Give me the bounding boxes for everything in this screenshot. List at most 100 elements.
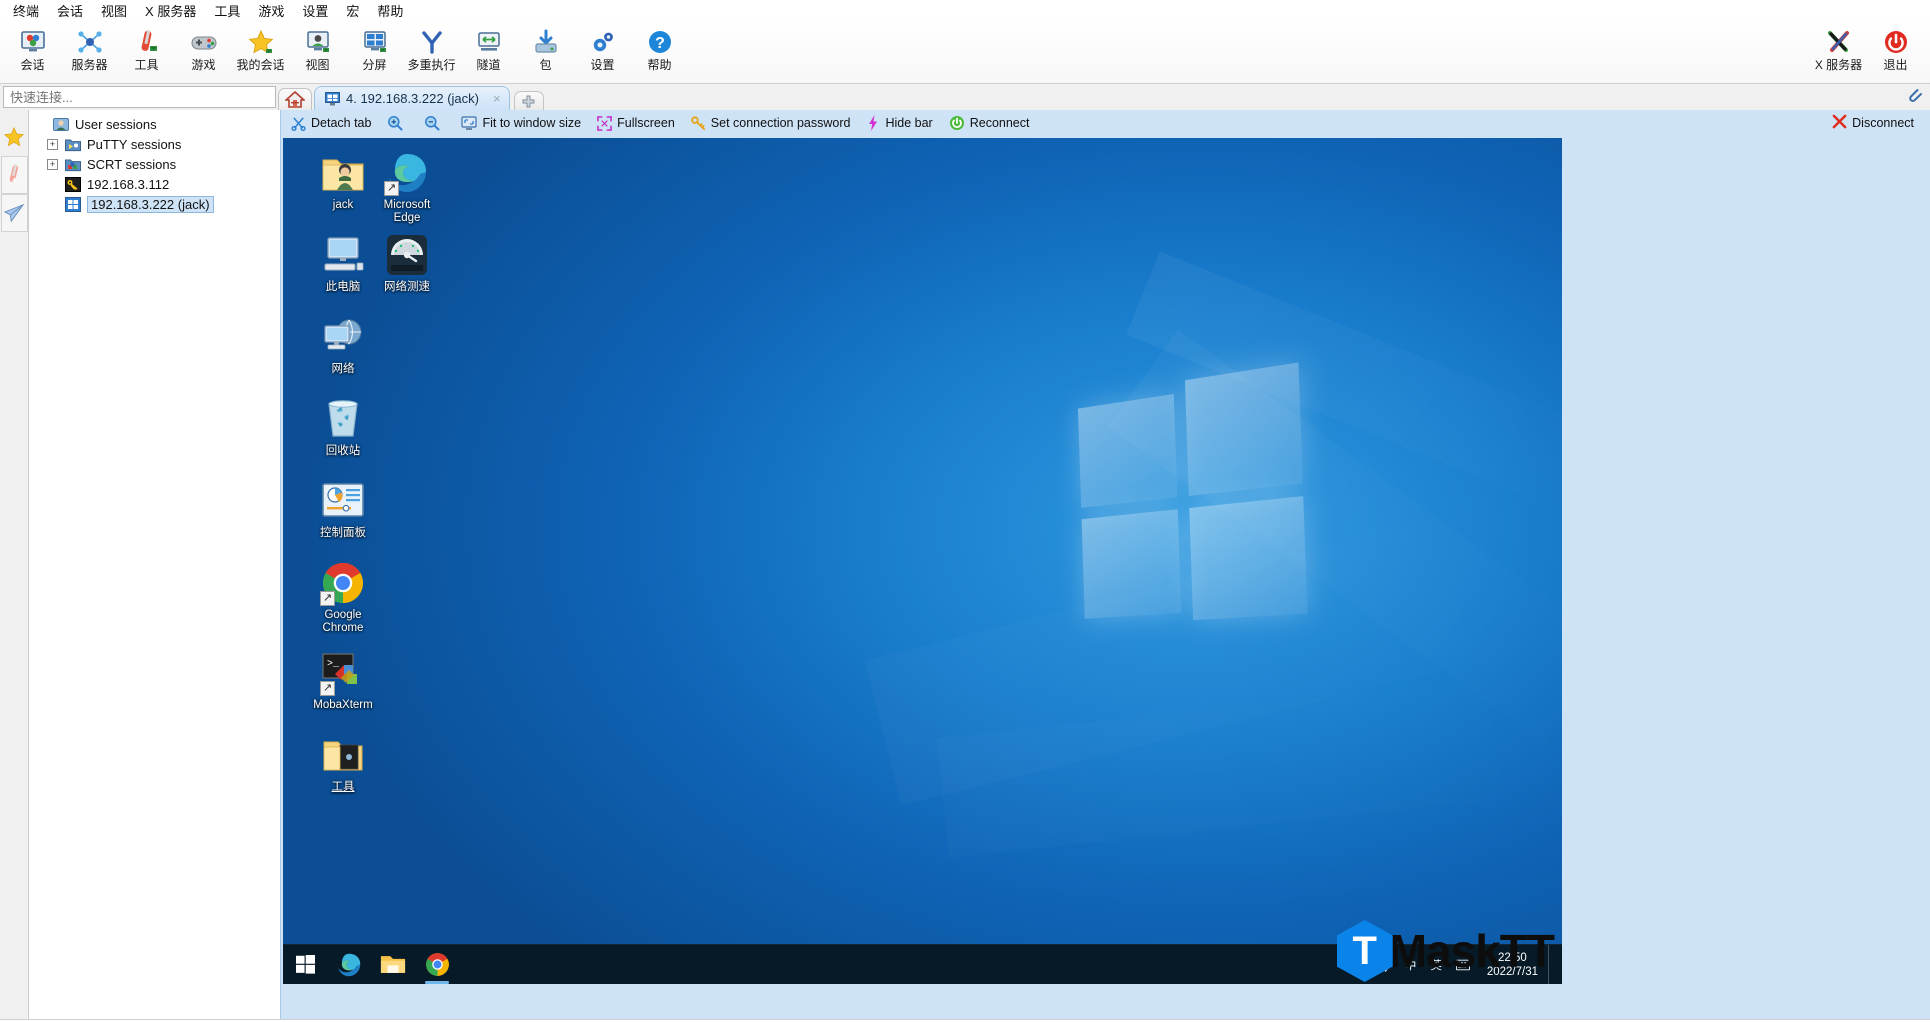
toolbar-label-multiexec: 多重执行 [407,58,456,72]
toolbar-button-split[interactable]: 分屏 [346,22,403,82]
tray-usb-icon[interactable] [1372,945,1398,985]
taskbar-chrome-icon[interactable] [415,945,459,985]
toolbar-button-tunneling[interactable]: 隧道 [460,22,517,82]
pc-icon [320,232,366,278]
toolbar-button-xserver[interactable]: X 服务器 [1810,22,1867,82]
toolbar-button-sessions[interactable]: 会话 [4,22,61,82]
toolbar-button-exit[interactable]: 退出 [1867,22,1924,82]
desktop-icon-mobaxterm[interactable]: >_ ↗ MobaXterm [305,650,381,712]
favorites-star-icon [3,126,25,147]
toolbar-button-games[interactable]: 游戏 [175,22,232,82]
tree-row-scrt-sessions[interactable]: + SCRT sessions [29,154,280,174]
toolbar-button-help[interactable]: ? 帮助 [631,22,688,82]
toolbar-label-xserver: X 服务器 [1814,58,1863,72]
desktop-label-jack: jack [332,199,354,211]
rdp-fullscreen-button[interactable]: Fullscreen [597,115,675,131]
desktop-label-network: 网络 [331,363,355,375]
remote-desktop-surface[interactable]: jack ↗ Microsoft Edge 此电脑 网络测速 网络 回收站 控制… [283,138,1562,984]
tree-label-putty-sessions: PuTTY sessions [87,136,182,152]
desktop-ray [936,667,1562,858]
desktop-icon-recycle-bin[interactable]: 回收站 [305,396,381,458]
clipboard-attach-icon[interactable] [1905,85,1923,108]
toolbar-label-my-sessions: 我的会话 [236,58,285,72]
rdp-control-bar: Detach tab Fit to window size Fullscreen… [281,110,1930,136]
tree-expander-putty[interactable]: + [47,138,58,150]
tab-session-192-168-3-222[interactable]: 4. 192.168.3.222 (jack) × [314,86,510,110]
games-icon [189,27,219,57]
menu-terminal[interactable]: 终端 [4,0,48,22]
menu-games[interactable]: 游戏 [249,0,293,22]
quick-connect-input[interactable] [3,86,276,108]
folder-open-icon [320,732,366,778]
taskbar-explorer-icon[interactable] [371,945,415,985]
disconnect-x-icon [1832,114,1847,132]
system-tray: 中 英 22:50 2022/7/31 [1346,944,1562,985]
desktop-icon-network[interactable]: 网络 [305,314,381,376]
tree-expander-scrt[interactable]: + [47,158,58,170]
sftp-plane-icon [3,203,25,223]
rdp-set-password-button[interactable]: Set connection password [690,115,850,131]
toolbar-button-settings[interactable]: 设置 [574,22,631,82]
putty-folder-icon [64,136,81,152]
menu-bar: 终端 会话 视图 X 服务器 工具 游戏 设置 宏 帮助 [0,0,1930,22]
session-tree-panel: User sessions + PuTTY sessions + SCRT se… [29,110,281,1019]
toolbar-button-packages[interactable]: 包 [517,22,574,82]
rdp-zoom-in-button[interactable] [387,115,408,131]
tray-ime-lang[interactable]: 英 [1423,945,1449,985]
menu-macros[interactable]: 宏 [337,0,368,22]
tab-home-button[interactable] [278,88,312,110]
tray-chevron-up-icon[interactable] [1346,945,1372,985]
main-toolbar: 会话 服务器 工具 游戏 我的会话 视图 分屏 多重执行 隧道 包 设置 ? 帮… [0,22,1930,84]
menu-session[interactable]: 会话 [48,0,92,22]
user-folder-icon [320,150,366,196]
menu-view[interactable]: 视图 [92,0,136,22]
desktop-icon-control-panel[interactable]: 控制面板 [305,478,381,540]
menu-xserver[interactable]: X 服务器 [136,0,205,22]
desktop-label-edge: Microsoft Edge [383,199,431,224]
sftp-plane-button[interactable] [0,194,28,232]
tree-row-192-168-3-112[interactable]: 192.168.3.112 [29,174,280,194]
desktop-icon-tools-folder[interactable]: 工具 [305,732,381,794]
tree-row-putty-sessions[interactable]: + PuTTY sessions [29,134,280,154]
show-desktop-button[interactable] [1548,944,1558,984]
plus-icon [522,95,535,107]
rdp-hide-bar-label: Hide bar [885,116,933,130]
toolbar-button-tools[interactable]: 工具 [118,22,175,82]
menu-settings[interactable]: 设置 [293,0,337,22]
tab-close-icon[interactable]: × [493,91,501,106]
favorites-star-button[interactable] [1,118,28,156]
rdp-zoom-out-button[interactable] [424,115,445,131]
rdp-disconnect-button[interactable]: Disconnect [1832,114,1914,132]
taskbar-start-button[interactable] [283,945,327,985]
menu-tools[interactable]: 工具 [205,0,249,22]
scissors-icon [291,116,306,131]
desktop-icon-edge[interactable]: ↗ Microsoft Edge [369,150,445,225]
menu-help[interactable]: 帮助 [368,0,412,22]
desktop-icon-speedtest[interactable]: 网络测速 [369,232,445,294]
desktop-ray [864,490,1562,806]
rdp-hide-bar-button[interactable]: Hide bar [866,115,933,131]
zoom-in-icon [387,115,403,131]
tools-knife-button[interactable] [0,156,28,194]
rdp-reconnect-button[interactable]: Reconnect [949,115,1029,131]
toolbar-button-view[interactable]: 视图 [289,22,346,82]
tree-row-user-sessions[interactable]: User sessions [29,114,280,134]
tray-ime-icon[interactable]: 中 [1398,945,1424,985]
desktop-ray [1126,251,1562,530]
mobaxterm-icon: >_ ↗ [320,650,366,696]
start-windows-icon [295,955,315,974]
tree-label-scrt-sessions: SCRT sessions [87,156,177,172]
taskbar-edge-icon[interactable] [327,945,371,985]
taskbar-clock[interactable]: 22:50 2022/7/31 [1477,945,1548,985]
tree-row-192-168-3-222[interactable]: 192.168.3.222 (jack) [29,194,280,214]
desktop-icon-chrome[interactable]: ↗ Google Chrome [305,560,381,635]
tray-ime-keyboard-icon[interactable] [1449,945,1477,985]
desktop-label-control-panel: 控制面板 [320,527,366,539]
rdp-fit-window-button[interactable]: Fit to window size [461,115,581,131]
rdp-detach-tab-button[interactable]: Detach tab [291,116,371,131]
toolbar-button-my-sessions[interactable]: 我的会话 [232,22,289,82]
home-icon [285,91,305,108]
toolbar-button-multiexec[interactable]: 多重执行 [403,22,460,82]
new-tab-button[interactable] [513,91,544,110]
toolbar-button-servers[interactable]: 服务器 [61,22,118,82]
